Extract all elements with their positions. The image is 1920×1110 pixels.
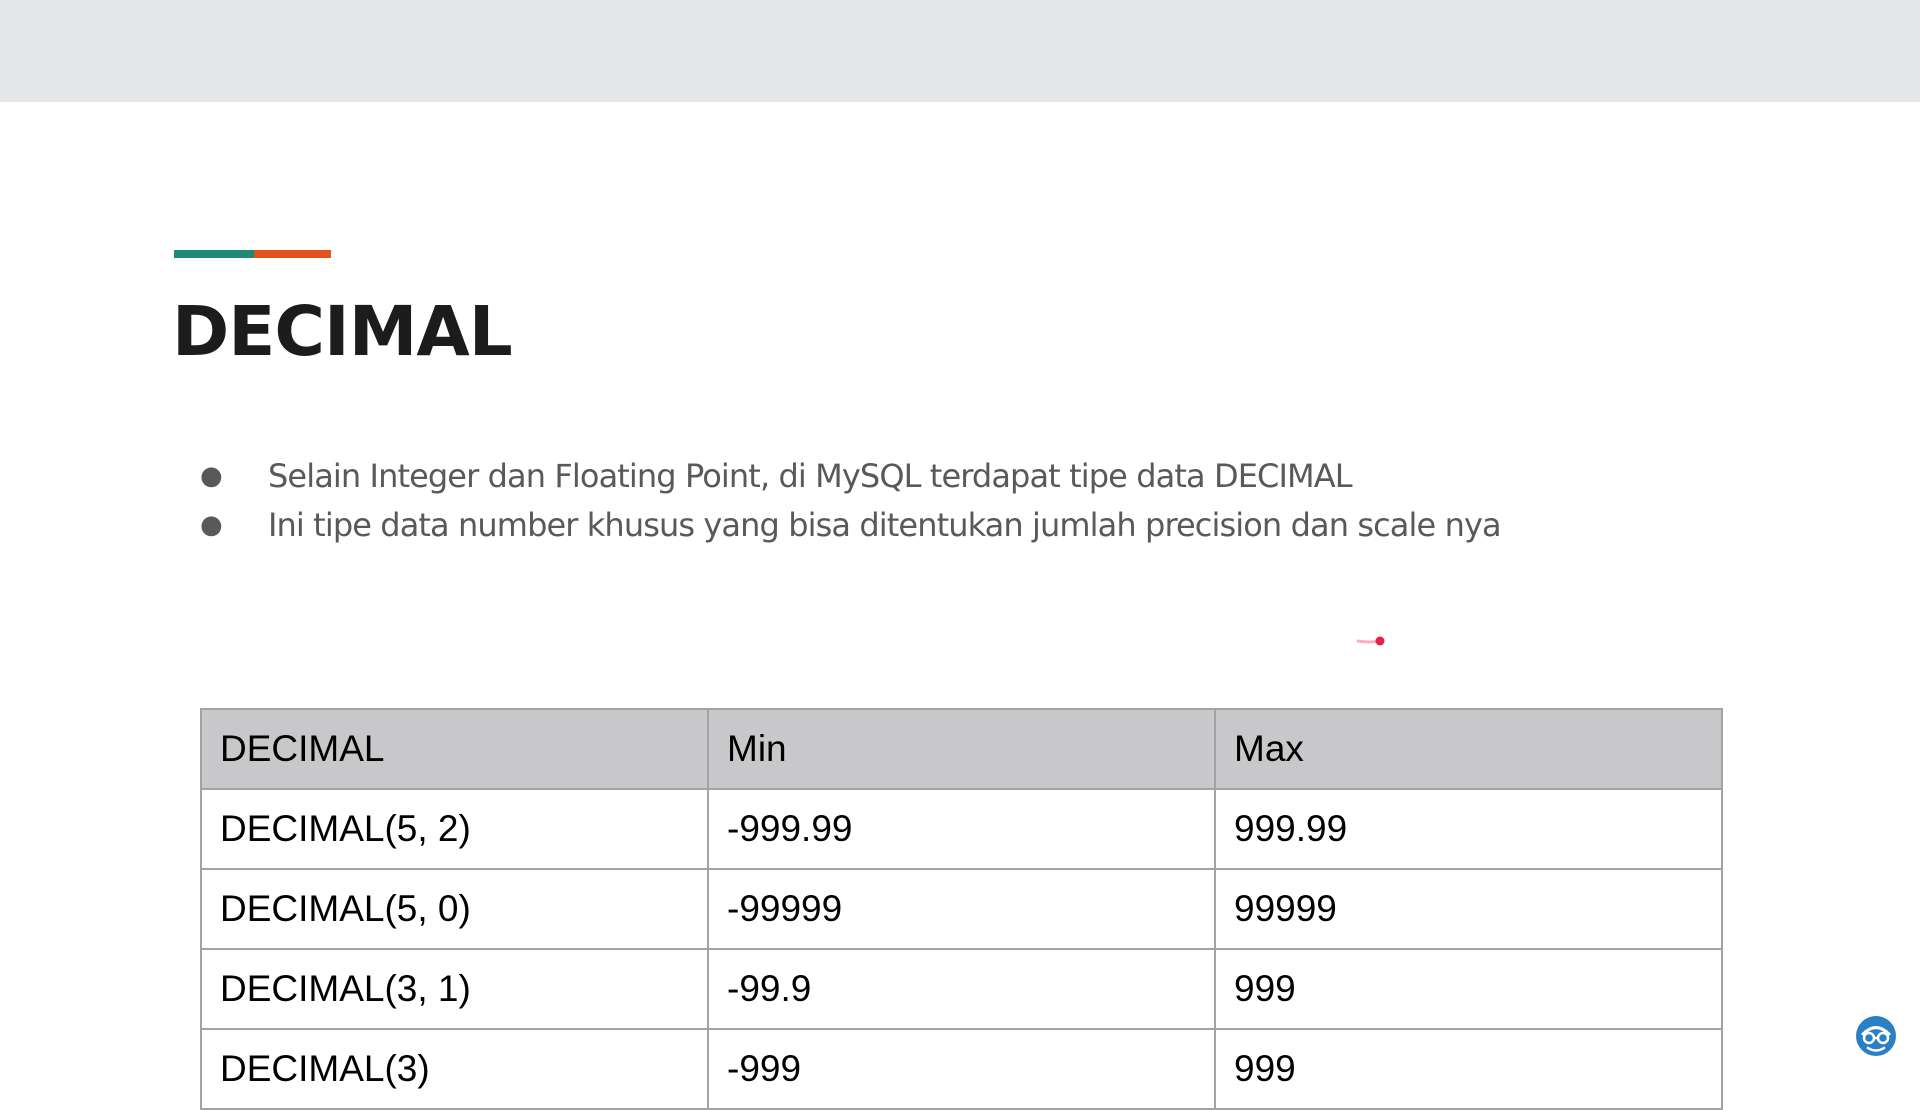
cell-min: -999 (707, 1028, 1216, 1110)
table-row: DECIMAL(5, 2) -999.99 999.99 (200, 788, 1723, 870)
slide-canvas: DECIMAL ● Selain Integer dan Floating Po… (0, 102, 1920, 1110)
cell-max: 999 (1214, 1028, 1723, 1110)
cell-min: -99.9 (707, 948, 1216, 1030)
bullet-list: ● Selain Integer dan Floating Point, di … (200, 452, 1502, 550)
cell-decimal-type: DECIMAL(5, 0) (200, 868, 709, 950)
bullet-text: Ini tipe data number khusus yang bisa di… (268, 506, 1502, 544)
bullet-dot-icon: ● (200, 461, 223, 491)
accent-bar-orange (254, 250, 331, 258)
cell-decimal-type: DECIMAL(5, 2) (200, 788, 709, 870)
cell-min: -99999 (707, 868, 1216, 950)
cell-max: 999.99 (1214, 788, 1723, 870)
table-header-row: DECIMAL Min Max (200, 708, 1723, 790)
bullet-item: ● Selain Integer dan Floating Point, di … (200, 452, 1501, 501)
decimal-range-table: DECIMAL Min Max DECIMAL(5, 2) -999.99 99… (200, 708, 1723, 1110)
cell-min: -999.99 (707, 788, 1216, 870)
title-accent-bar (174, 250, 331, 258)
bullet-text: Selain Integer dan Floating Point, di My… (268, 457, 1353, 495)
cell-max: 999 (1214, 948, 1723, 1030)
presentation-top-bar (0, 0, 1920, 102)
glasses-avatar-logo-icon (1856, 1016, 1896, 1056)
cell-max: 99999 (1214, 868, 1723, 950)
column-header-max: Max (1214, 708, 1723, 790)
column-header-decimal: DECIMAL (200, 708, 709, 790)
cell-decimal-type: DECIMAL(3) (200, 1028, 709, 1110)
table-row: DECIMAL(3, 1) -99.9 999 (200, 948, 1723, 1030)
bullet-item: ● Ini tipe data number khusus yang bisa … (200, 501, 1502, 550)
laser-pointer-icon (1356, 636, 1385, 646)
bullet-dot-icon: ● (200, 510, 223, 540)
accent-bar-teal (174, 250, 254, 258)
table-row: DECIMAL(5, 0) -99999 99999 (200, 868, 1723, 950)
column-header-min: Min (707, 708, 1216, 790)
slide-title: DECIMAL (172, 292, 513, 372)
table-row: DECIMAL(3) -999 999 (200, 1028, 1723, 1110)
cell-decimal-type: DECIMAL(3, 1) (200, 948, 709, 1030)
